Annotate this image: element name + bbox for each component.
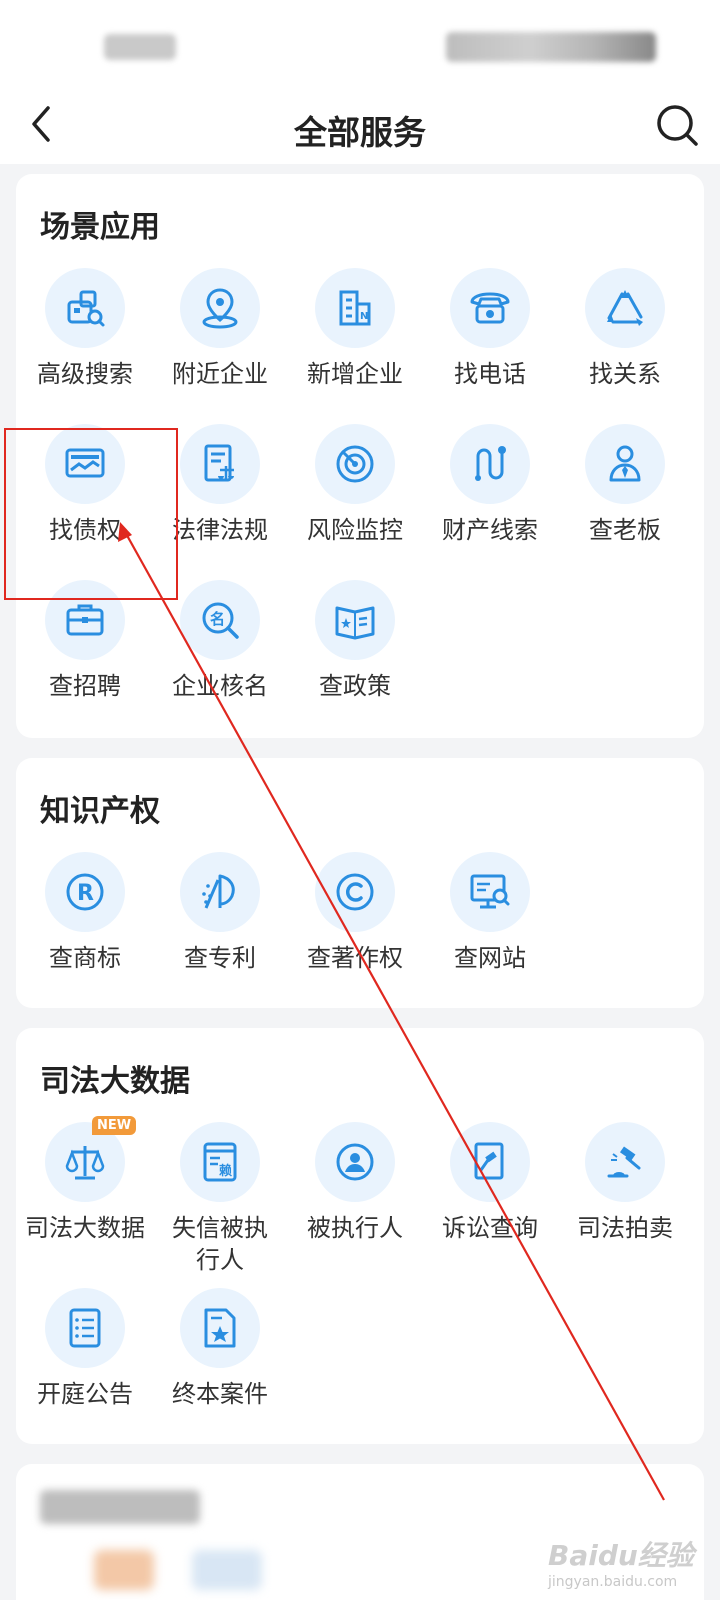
service-label: 司法拍卖 bbox=[577, 1214, 673, 1242]
dishonest-document-icon: 赖 bbox=[203, 1142, 237, 1182]
scales-icon bbox=[65, 1146, 105, 1180]
service-label: 附近企业 bbox=[172, 360, 268, 388]
service-label: 查老板 bbox=[589, 516, 661, 544]
clue-path-icon bbox=[475, 446, 506, 481]
page-title: 全部服务 bbox=[294, 113, 426, 152]
service-label: 查著作权 bbox=[307, 944, 403, 972]
website-search-icon bbox=[470, 874, 510, 909]
service-label: 企业核名 bbox=[172, 672, 268, 700]
search-icon bbox=[657, 105, 698, 146]
patent-icon bbox=[202, 874, 235, 909]
baidu-watermark: Baidu经验 jingyan.baidu.com bbox=[548, 1534, 718, 1596]
lawsuit-hammer-icon bbox=[474, 1142, 504, 1180]
service-label: 新增企业 bbox=[307, 360, 403, 388]
blurred-icon bbox=[192, 1550, 262, 1590]
service-label: 司法大数据 bbox=[25, 1214, 145, 1242]
new-badge: NEW bbox=[92, 1116, 137, 1135]
section-title-ip: 知识产权 bbox=[40, 794, 160, 829]
auction-gavel-icon bbox=[607, 1146, 641, 1178]
announcement-list-icon bbox=[69, 1308, 101, 1348]
svg-text:名: 名 bbox=[210, 610, 225, 628]
ip-card: 知识产权 R 查商标 查专利 查著作权 查网站 bbox=[16, 758, 704, 1008]
service-label: 失信被执 行人 bbox=[172, 1214, 268, 1274]
service-label: 查网站 bbox=[454, 944, 526, 972]
executed-person-icon bbox=[336, 1143, 374, 1181]
svg-text:赖: 赖 bbox=[219, 1163, 232, 1179]
location-pin-icon bbox=[202, 288, 238, 329]
radar-icon bbox=[336, 445, 374, 483]
building-icon: N bbox=[339, 290, 371, 326]
advanced-search-icon bbox=[67, 290, 105, 327]
law-document-icon bbox=[204, 444, 234, 482]
service-label: 诉讼查询 bbox=[442, 1214, 538, 1242]
highlight-box bbox=[4, 428, 178, 600]
section-title-scene: 场景应用 bbox=[40, 210, 160, 245]
svg-text:R: R bbox=[77, 881, 94, 906]
boss-person-icon bbox=[609, 445, 641, 482]
service-label: 风险监控 bbox=[307, 516, 403, 544]
name-search-icon: 名 bbox=[202, 602, 239, 639]
telephone-icon bbox=[470, 292, 510, 324]
search-button[interactable] bbox=[654, 102, 700, 148]
watermark-url: jingyan.baidu.com bbox=[548, 1574, 678, 1590]
status-time-blurred bbox=[104, 34, 176, 60]
copyright-icon bbox=[336, 873, 374, 911]
service-label: 被执行人 bbox=[307, 1214, 403, 1242]
service-label: 找电话 bbox=[454, 360, 526, 388]
nav-bar: 全部服务 bbox=[0, 88, 720, 164]
closed-case-icon bbox=[204, 1308, 236, 1348]
policy-book-icon bbox=[335, 606, 375, 640]
service-label: 查招聘 bbox=[49, 672, 121, 700]
service-label: 财产线索 bbox=[442, 516, 538, 544]
service-label: 查政策 bbox=[319, 672, 391, 700]
relation-triangle-icon bbox=[607, 290, 643, 326]
judicial-card: 司法大数据 NEW 司法大数据 赖 失信被执 行人 被执行人 诉讼查询 司法拍卖… bbox=[16, 1028, 704, 1444]
service-label: 开庭公告 bbox=[37, 1380, 133, 1408]
briefcase-icon bbox=[66, 604, 104, 636]
status-icons-blurred bbox=[446, 32, 656, 62]
service-label: 查商标 bbox=[49, 944, 121, 972]
blurred-icon bbox=[94, 1550, 154, 1590]
svg-text:N: N bbox=[360, 311, 368, 322]
watermark-logo: Baidu经验 bbox=[548, 1539, 694, 1572]
service-label: 高级搜索 bbox=[37, 360, 133, 388]
service-label: 找关系 bbox=[589, 360, 661, 388]
trademark-icon: R bbox=[66, 873, 104, 911]
status-bar bbox=[0, 0, 720, 90]
service-label: 查专利 bbox=[184, 944, 256, 972]
section-title-judicial: 司法大数据 bbox=[40, 1064, 190, 1099]
blurred-section-title bbox=[40, 1490, 200, 1524]
service-label: 终本案件 bbox=[172, 1380, 268, 1408]
